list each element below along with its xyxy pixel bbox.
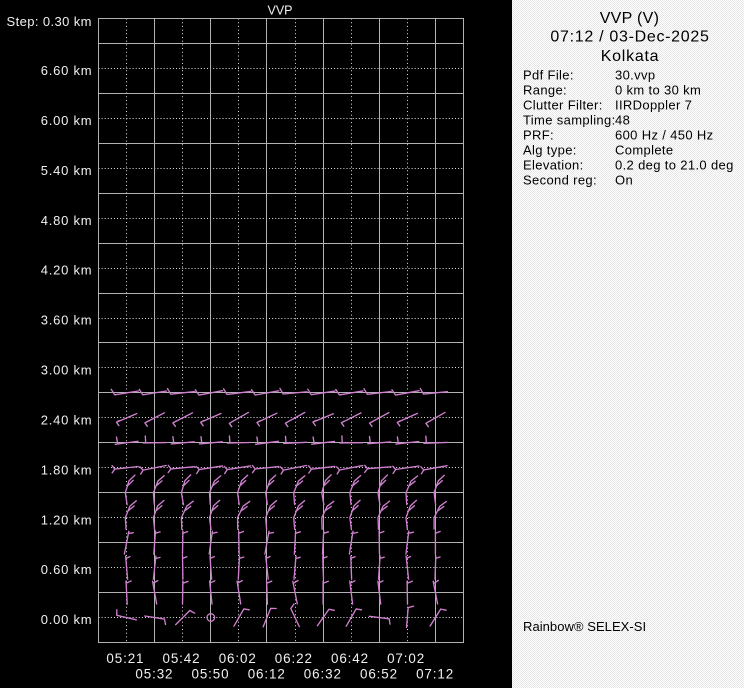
svg-text:06:22: 06:22 xyxy=(275,651,313,666)
svg-text:0.60 km: 0.60 km xyxy=(41,562,93,577)
svg-text:07:02: 07:02 xyxy=(387,651,425,666)
svg-text:05:32: 05:32 xyxy=(135,667,173,682)
svg-text:05:50: 05:50 xyxy=(191,667,229,682)
svg-text:07:12: 07:12 xyxy=(416,667,454,682)
svg-text:3.00 km: 3.00 km xyxy=(41,363,93,378)
svg-text:06:52: 06:52 xyxy=(360,667,398,682)
svg-text:Second reg:: Second reg: xyxy=(523,173,597,188)
svg-text:1.80 km: 1.80 km xyxy=(41,462,93,477)
svg-text:05:21: 05:21 xyxy=(106,651,144,666)
svg-text:On: On xyxy=(615,173,633,188)
svg-text:05:42: 05:42 xyxy=(162,651,200,666)
svg-text:Complete: Complete xyxy=(615,142,673,157)
svg-text:Alg type:: Alg type: xyxy=(523,142,577,157)
svg-text:4.80 km: 4.80 km xyxy=(41,213,93,228)
svg-text:2.40 km: 2.40 km xyxy=(41,413,93,428)
svg-text:VVP: VVP xyxy=(267,4,292,18)
svg-text:5.40 km: 5.40 km xyxy=(41,163,93,178)
svg-text:6.00 km: 6.00 km xyxy=(41,113,93,128)
svg-text:Range:: Range: xyxy=(523,82,567,97)
svg-text:06:12: 06:12 xyxy=(248,667,286,682)
svg-text:3.60 km: 3.60 km xyxy=(41,313,93,328)
svg-text:Clutter Filter:: Clutter Filter: xyxy=(523,97,603,112)
svg-text:IIRDoppler 7: IIRDoppler 7 xyxy=(615,97,692,112)
svg-text:Step: 0.30 km: Step: 0.30 km xyxy=(7,14,92,29)
svg-text:0.00 km: 0.00 km xyxy=(41,612,93,627)
svg-text:Pdf File:: Pdf File: xyxy=(523,67,574,82)
svg-text:06:32: 06:32 xyxy=(304,667,342,682)
svg-text:0.2 deg to 21.0 deg: 0.2 deg to 21.0 deg xyxy=(615,158,734,173)
svg-text:1.20 km: 1.20 km xyxy=(41,512,93,527)
svg-text:07:12 / 03-Dec-2025: 07:12 / 03-Dec-2025 xyxy=(550,29,709,46)
svg-text:48: 48 xyxy=(615,112,630,127)
svg-text:Kolkata: Kolkata xyxy=(601,48,660,65)
svg-text:600 Hz / 450 Hz: 600 Hz / 450 Hz xyxy=(615,127,713,142)
svg-text:06:42: 06:42 xyxy=(331,651,369,666)
svg-text:4.20 km: 4.20 km xyxy=(41,263,93,278)
svg-text:PRF:: PRF: xyxy=(523,127,554,142)
svg-text:Elevation:: Elevation: xyxy=(523,158,584,173)
svg-text:06:02: 06:02 xyxy=(219,651,257,666)
svg-text:VVP (V): VVP (V) xyxy=(600,10,660,27)
svg-text:0 km to 30 km: 0 km to 30 km xyxy=(615,82,701,97)
svg-text:30.vvp: 30.vvp xyxy=(615,67,655,82)
svg-text:Rainbow® SELEX-SI: Rainbow® SELEX-SI xyxy=(523,619,646,634)
svg-text:Time sampling:: Time sampling: xyxy=(523,112,616,127)
svg-text:6.60 km: 6.60 km xyxy=(41,63,93,78)
